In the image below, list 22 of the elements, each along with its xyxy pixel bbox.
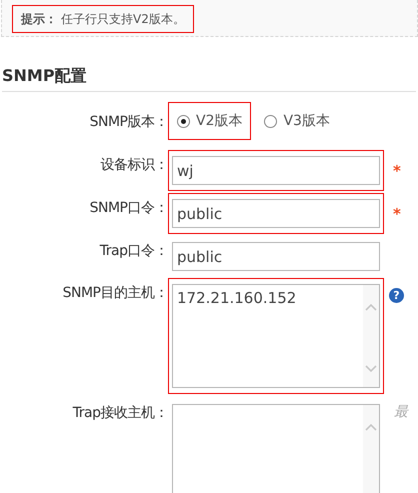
required-mark: * [393, 205, 401, 223]
scroll-down-icon[interactable] [365, 365, 377, 373]
tip-text: 任子行只支持V2版本。 [61, 10, 185, 28]
input-field[interactable]: public [172, 242, 380, 271]
scroll-up-icon[interactable] [365, 303, 377, 311]
hint-text: 最 [394, 403, 408, 421]
input-field[interactable]: public [172, 199, 380, 228]
section-title: SNMP配置 [1, 65, 88, 87]
help-icon[interactable]: ? [389, 288, 404, 303]
field-label: 设备标识： [100, 156, 168, 175]
input-field[interactable]: wj [172, 156, 380, 185]
field-label: SNMP口令： [88, 199, 168, 218]
required-mark: * [393, 162, 401, 180]
field-label: SNMP版本： [88, 113, 168, 132]
radio-option[interactable]: V2版本 [168, 102, 252, 140]
field-label: SNMP目的主机： [62, 284, 168, 303]
scroll-up-icon[interactable] [365, 423, 377, 431]
tip-label: 提示： [21, 10, 57, 28]
text-area[interactable]: 172.21.160.152 [172, 284, 380, 388]
radio-option[interactable]: V3版本 [255, 102, 339, 140]
field-label: Trap口令： [98, 242, 168, 261]
field-label: Trap接收主机： [72, 404, 168, 423]
